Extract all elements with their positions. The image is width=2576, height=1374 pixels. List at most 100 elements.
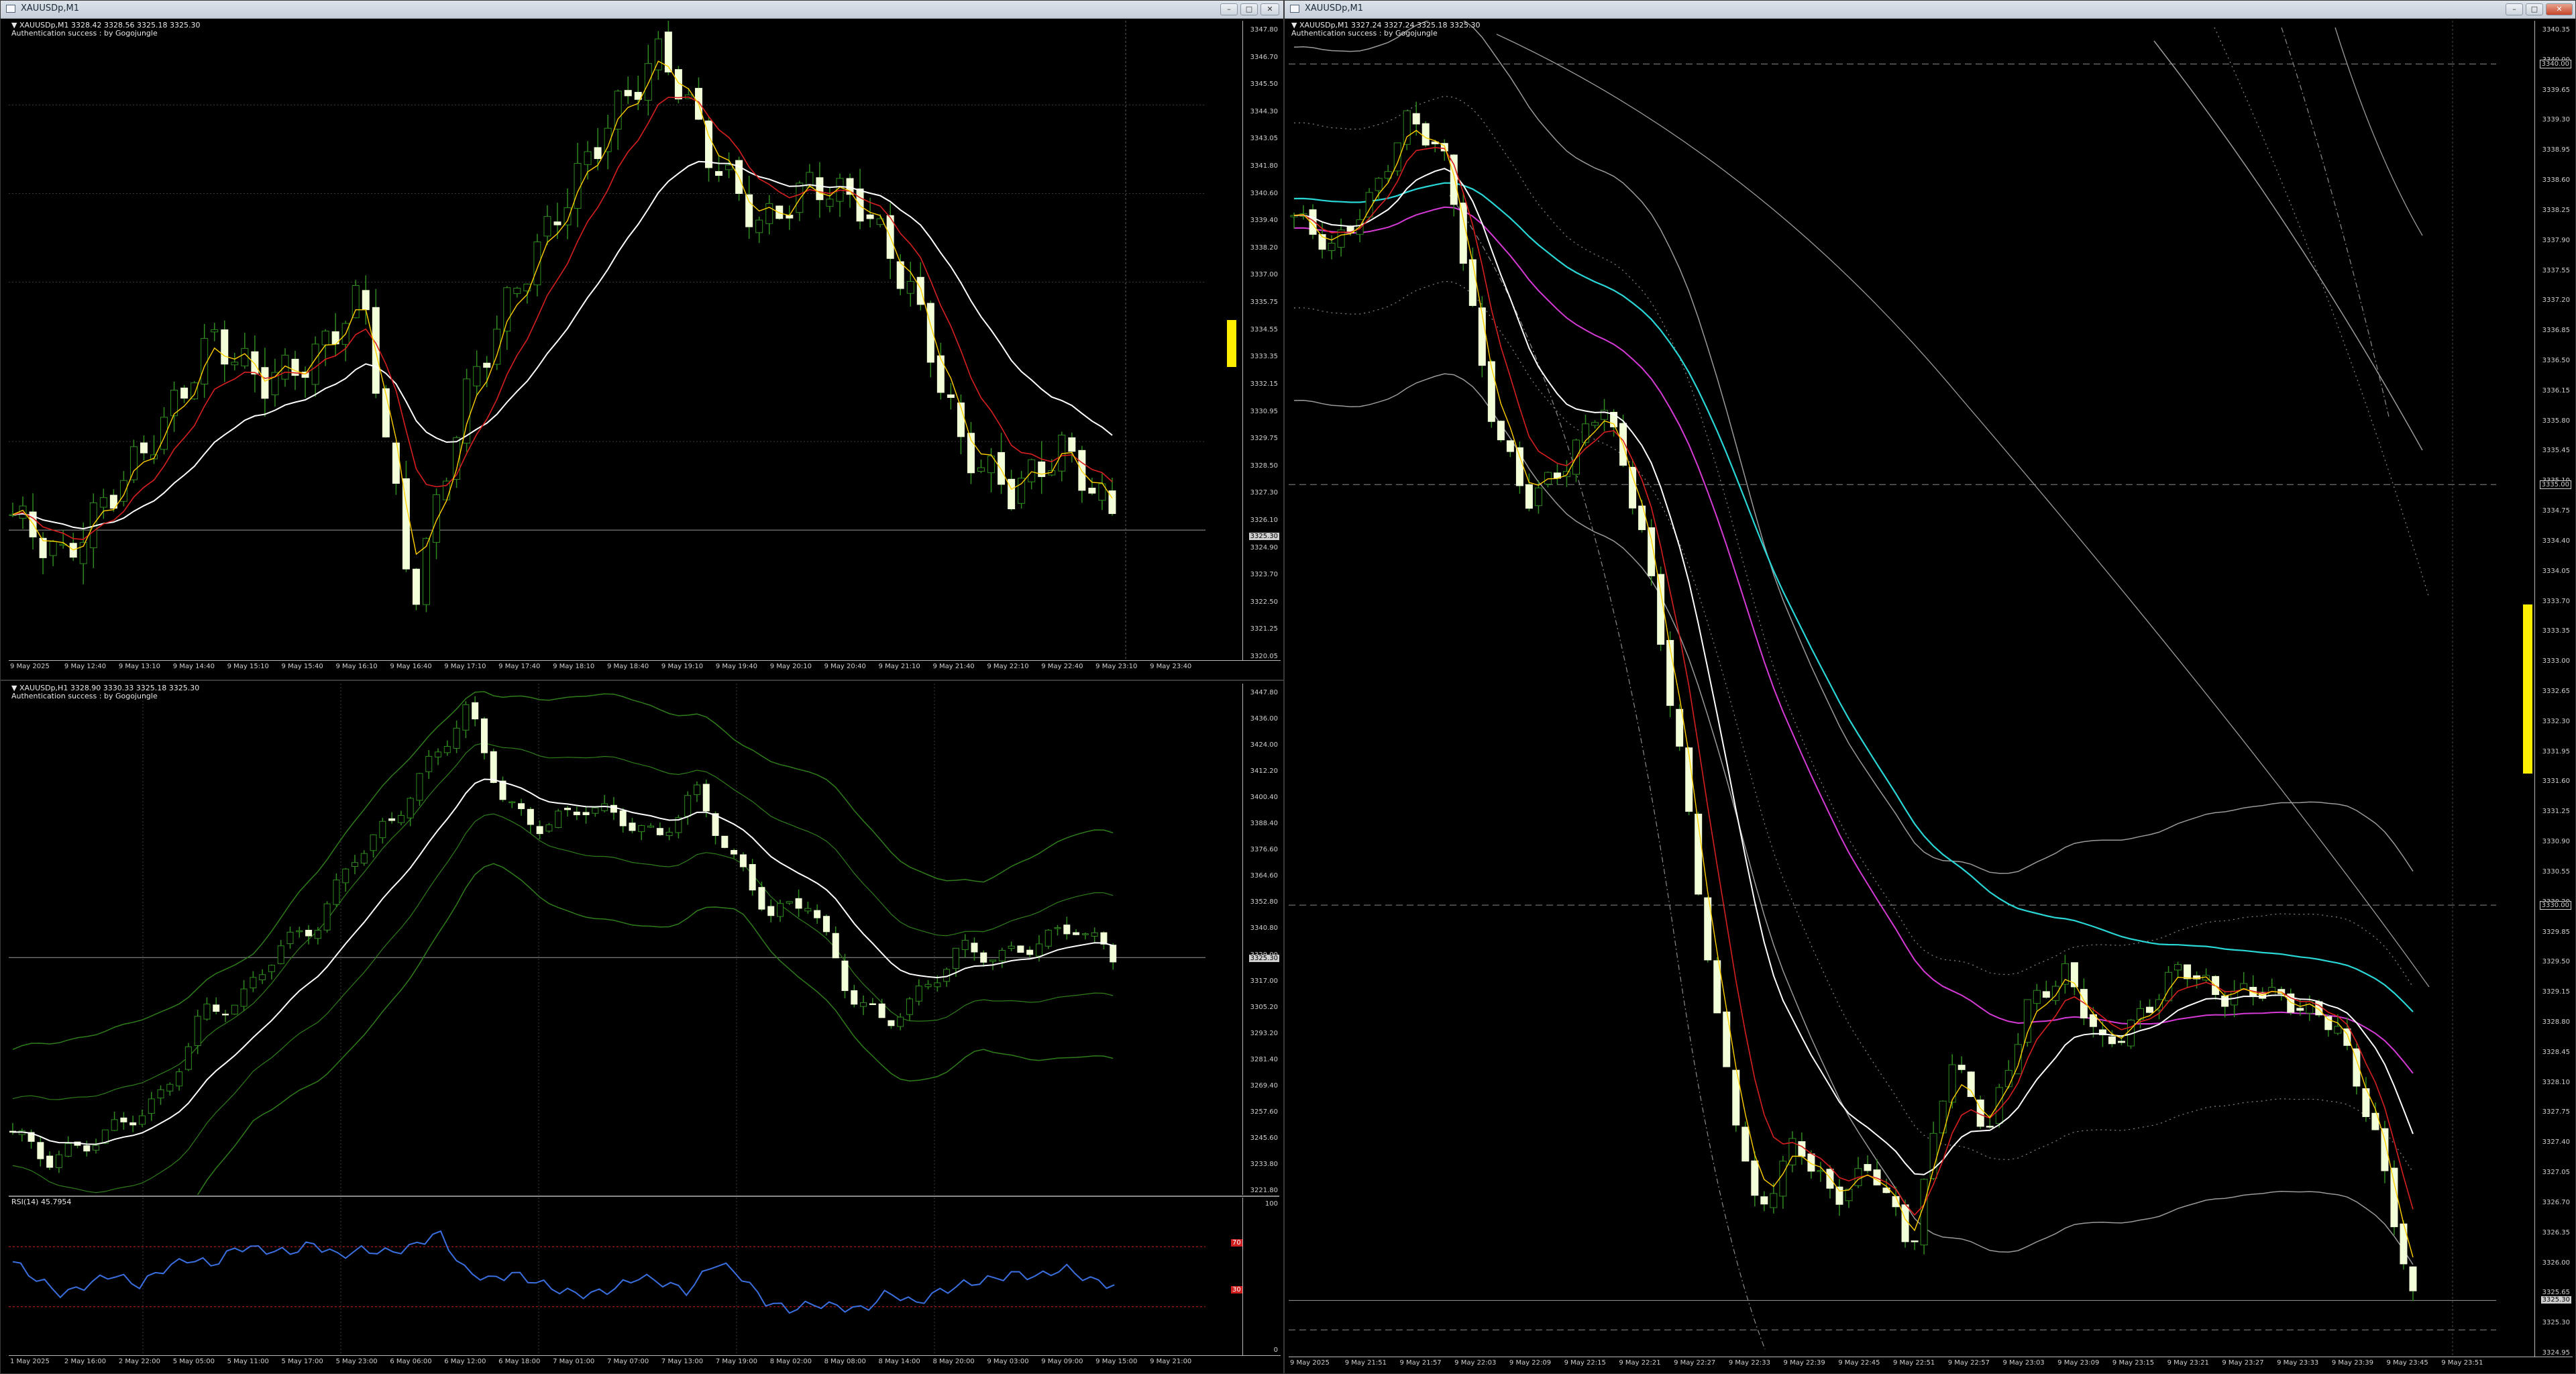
- price-chart-m1[interactable]: ▼ XAUUSDp,M1 3328.42 3328.56 3325.18 332…: [9, 21, 1281, 674]
- price-tick-label: 3326.00: [2542, 1259, 2570, 1267]
- current-price-tag: 3325.30: [1248, 533, 1279, 540]
- price-tick-label: 3333.35: [2542, 627, 2570, 635]
- candle-body: [745, 194, 753, 227]
- rsi-header: RSI(14) 45.7954: [11, 1198, 72, 1206]
- rsi-plot[interactable]: [9, 1198, 1243, 1356]
- rsi-subwindow[interactable]: RSI(14) 45.7954 100 0 70 30 1 May 2025 2 May…: [9, 1198, 1281, 1369]
- time-tick-label: 9 May 22:45: [1838, 1359, 1880, 1367]
- ma-mid-line: [12, 96, 1113, 540]
- candle-body: [796, 182, 804, 213]
- price-axis-h1[interactable]: 3447.80 3436.00 3424.00 3412.20 3400.40 3388.…: [1242, 684, 1281, 1195]
- price-chart-h1[interactable]: ▼ XAUUSDp,H1 3328.90 3330.33 3325.18 332…: [9, 684, 1281, 1195]
- window-title: XAUUSDp,M1: [21, 3, 79, 13]
- price-tick-label: 3293.20: [1250, 1029, 1278, 1037]
- candle-body: [19, 505, 27, 519]
- time-tick-label: 9 May 2025: [10, 663, 50, 670]
- candle-body: [2240, 983, 2248, 990]
- price-tick-label: 3340.80: [1250, 924, 1278, 933]
- time-axis[interactable]: 9 May 2025 9 May 12:40 9 May 13:10 9 May 14…: [9, 660, 1281, 674]
- candle-body: [998, 950, 1006, 961]
- candle-body: [1817, 1170, 1825, 1172]
- candle-body: [610, 804, 617, 813]
- candle-body: [564, 808, 571, 810]
- window-titlebar[interactable]: XAUUSDp,M1 – □ ✕: [1, 1, 1283, 19]
- time-tick-label: 9 May 22:09: [1509, 1359, 1552, 1367]
- candle-body: [120, 1117, 127, 1122]
- level-tag: 3340.00: [2539, 60, 2571, 69]
- chart-window-h1-left[interactable]: ▼ XAUUSDp,H1 3328.90 3330.33 3325.18 332…: [0, 680, 1284, 1374]
- bollinger-lower: [197, 863, 1114, 1195]
- candle-body: [362, 290, 370, 311]
- candlestick-plot-right[interactable]: [1289, 21, 2535, 1357]
- candle-body: [483, 362, 491, 368]
- signal-marker: [2523, 604, 2532, 774]
- minimize-button[interactable]: –: [1220, 3, 1238, 15]
- time-axis-right[interactable]: 9 May 2025 9 May 21:51 9 May 21:57 9 May 22…: [1289, 1357, 2573, 1371]
- rsi-tick-label: 100: [1265, 1200, 1278, 1208]
- candle-body: [2184, 964, 2192, 980]
- price-tick-label: 3333.35: [1250, 353, 1278, 361]
- time-tick-label: 9 May 23:27: [2222, 1359, 2264, 1367]
- candle-body: [2108, 1036, 2116, 1045]
- level-tag: 3330.00: [2539, 901, 2571, 910]
- time-tick-label: 9 May 18:40: [607, 663, 649, 670]
- minimize-button[interactable]: –: [2506, 3, 2523, 15]
- price-tick-label: 3329.85: [2542, 928, 2570, 936]
- price-tick-label: 3336.15: [2542, 386, 2570, 394]
- price-chart-m1-right[interactable]: ▼ XAUUSDp,M1 3327.24 3327.24 3325.18 332…: [1289, 21, 2573, 1371]
- price-tick-label: 3328.80: [2542, 1018, 2570, 1026]
- time-tick-label: 9 May 22:40: [1041, 663, 1083, 670]
- candle-body: [998, 452, 1006, 485]
- time-tick-label: 5 May 05:00: [172, 1358, 215, 1365]
- candle-body: [211, 329, 219, 333]
- time-tick-label: 9 May 22:21: [1619, 1359, 1661, 1367]
- ma-slow-line: [12, 160, 1113, 530]
- close-button[interactable]: ✕: [1260, 3, 1279, 15]
- candle-body: [971, 943, 978, 953]
- level-tag: 3335.00: [2539, 480, 2571, 490]
- time-tick-label: 7 May 01:00: [553, 1358, 595, 1365]
- price-tick-label: 3331.60: [2542, 778, 2570, 786]
- candle-body: [545, 824, 553, 832]
- price-tick-label: 3338.25: [2542, 206, 2570, 214]
- price-tick-label: 3364.60: [1250, 872, 1278, 880]
- candle-body: [2221, 995, 2229, 1007]
- price-tick-label: 3324.90: [1250, 543, 1278, 551]
- chart-window-m1-right[interactable]: XAUUSDp,M1 – □ ✕ ▼ XAUUSDp,M1 3327.24 33…: [1284, 0, 2576, 1374]
- time-axis-h1[interactable]: 1 May 2025 2 May 16:00 2 May 22:00 5 May 05…: [9, 1355, 1281, 1369]
- candle-body: [656, 828, 663, 835]
- ma-mid-line: [1293, 147, 2414, 1216]
- maximize-button[interactable]: □: [1240, 3, 1258, 15]
- price-tick-label: 3325.65: [2542, 1289, 2570, 1297]
- candle-body: [647, 825, 655, 828]
- price-axis[interactable]: 3347.80 3346.70 3345.50 3344.30 3343.05 3341.…: [1242, 21, 1281, 661]
- maximize-button[interactable]: □: [2526, 3, 2543, 15]
- time-tick-label: 9 May 22:27: [1674, 1359, 1716, 1367]
- price-tick-label: 3245.60: [1250, 1134, 1278, 1142]
- candle-body: [1497, 421, 1505, 441]
- candle-body: [2014, 1044, 2022, 1075]
- candle-body: [804, 908, 812, 912]
- rsi-axis[interactable]: 100 0 70 30: [1231, 1198, 1281, 1356]
- window-titlebar-right[interactable]: XAUUSDp,M1 – □ ✕: [1285, 1, 2575, 19]
- candle-body: [37, 1142, 44, 1159]
- candle-body: [194, 1016, 201, 1047]
- indicator-separator[interactable]: [9, 1196, 1279, 1197]
- close-button[interactable]: ✕: [2546, 3, 2573, 15]
- auth-status-text-h1: Authentication success : by Gogojungle: [11, 692, 158, 700]
- candle-body: [2400, 1223, 2408, 1265]
- candle-body: [1515, 447, 1523, 486]
- candle-body: [860, 1002, 867, 1007]
- price-axis-right[interactable]: 3340.35 3340.00 3339.65 3339.30 3338.95 3338.…: [2534, 21, 2573, 1357]
- chart-window-m1-left[interactable]: XAUUSDp,M1 – □ ✕ ▼ XAUUSDp,M1 3328.42 33…: [0, 0, 1284, 680]
- price-tick-label: 3329.75: [1250, 435, 1278, 443]
- price-tick-label: 3323.70: [1250, 571, 1278, 579]
- trend-line-dotted: [2214, 27, 2430, 598]
- candlestick-plot-h1[interactable]: [9, 684, 1243, 1195]
- price-tick-label: 3339.65: [2542, 86, 2570, 94]
- candle-body: [1807, 1153, 1815, 1172]
- time-tick-label: 9 May 15:10: [227, 663, 269, 670]
- candlestick-plot[interactable]: [9, 21, 1243, 661]
- candle-body: [321, 330, 329, 346]
- candle-body: [915, 986, 922, 1002]
